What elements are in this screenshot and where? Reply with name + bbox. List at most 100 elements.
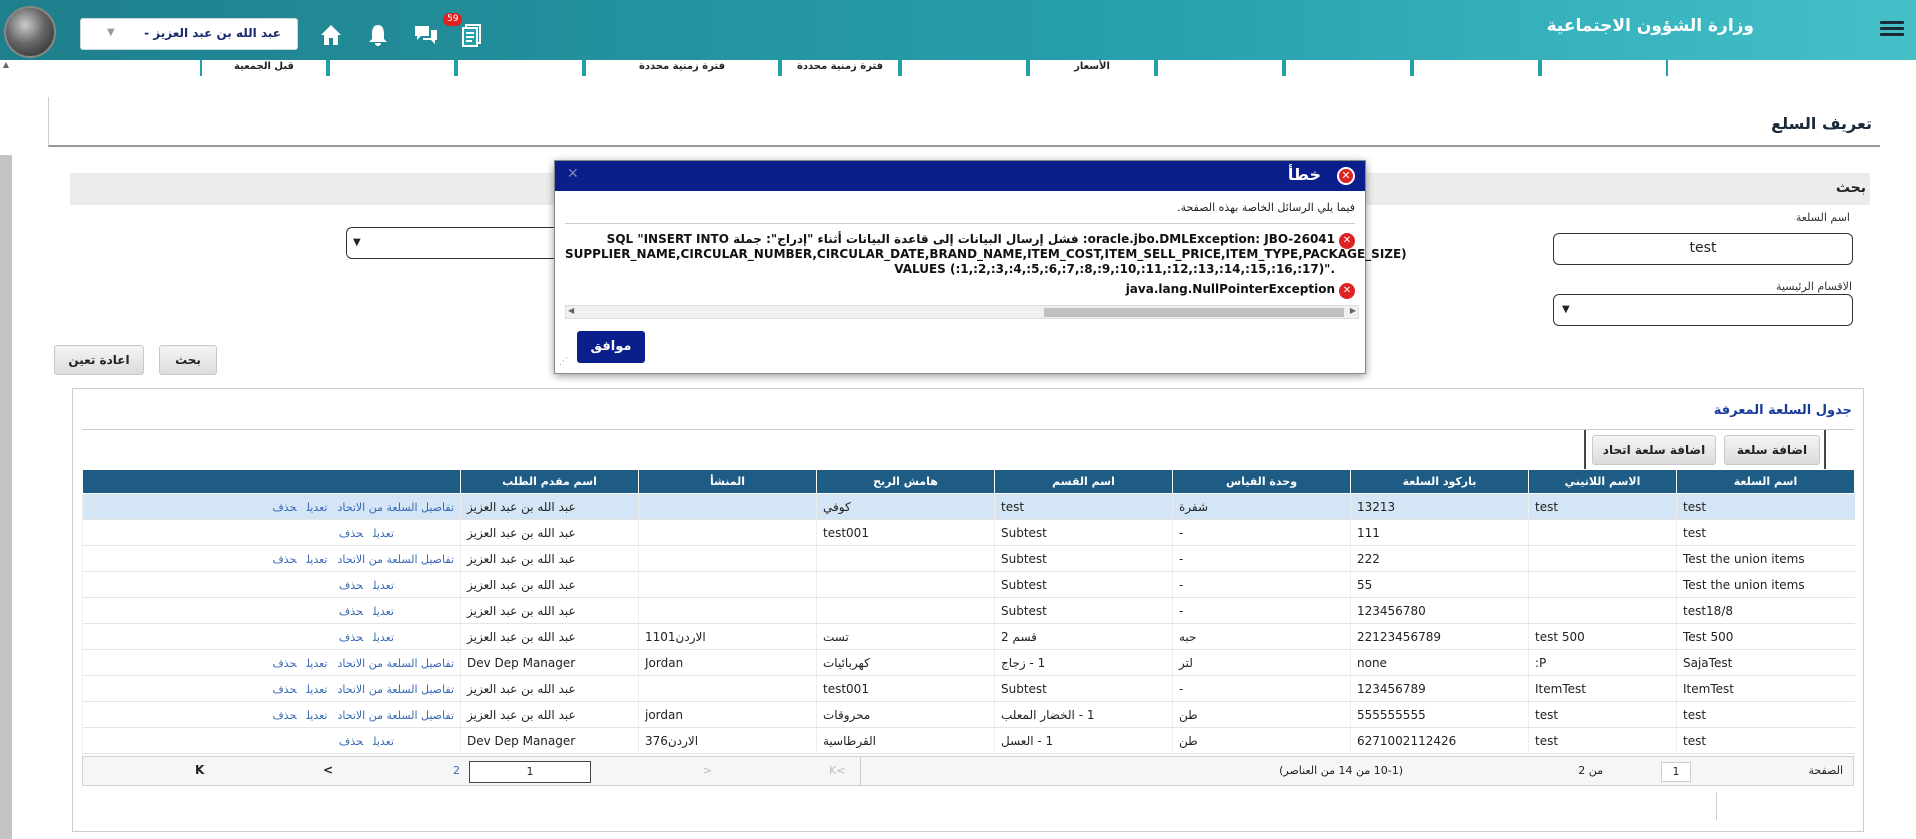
table-cell-requester: عبد الله بن عبد العزيز (460, 623, 639, 650)
details-link[interactable]: تفاصيل السلعة من الاتحاد (337, 657, 454, 670)
close-icon[interactable]: ✕ (567, 166, 579, 182)
delete-link[interactable]: حذف (272, 683, 296, 696)
error-message: java.lang.NullPointerException (1125, 282, 1335, 296)
ok-button[interactable]: موافق (577, 331, 645, 363)
column-header[interactable]: هامش الربح (816, 469, 995, 494)
edit-link[interactable]: تعديل (307, 683, 328, 696)
column-header[interactable]: الاسم اللاتيني (1528, 469, 1677, 494)
table-cell-origin: Jordan (638, 649, 817, 676)
table-row[interactable]: Test 500 test 500 22123456789 حبه قسم 2 تست ال… (82, 623, 1855, 650)
table-cell-barcode: 123456780 (1350, 597, 1529, 624)
column-header[interactable]: اسم السلعة (1676, 469, 1855, 494)
table-row[interactable]: SajaTest P: none لتر 1 - زجاج كهربائيات Jordan… (82, 649, 1855, 676)
app-header: وزارة الشؤون الاجتماعية ▼ عبد الله بن عب… (0, 0, 1916, 60)
column-header[interactable] (82, 469, 461, 494)
table-cell-origin (638, 493, 817, 520)
page-number-input[interactable]: 1 (1661, 762, 1691, 782)
error-icon: ✕ (1337, 167, 1355, 185)
row-actions: تعديل حذف (82, 623, 461, 650)
item-name-input[interactable]: test (1553, 233, 1853, 265)
dialog-scrollbar[interactable]: ◀ ▶ (565, 305, 1359, 319)
goto-page-input[interactable]: 1 (469, 761, 591, 783)
table-row[interactable]: ItemTest ItemTest 123456789- Subtest test001… (82, 675, 1855, 702)
table-toolbar: اضافة سلعة اضافة سلعة اتحاد (1584, 430, 1826, 470)
table-row[interactable]: test test 555555555 طن 1 - الخضار المعلب محرو… (82, 701, 1855, 728)
column-header[interactable]: المنشأ (638, 469, 817, 494)
prev-page-icon[interactable]: < (323, 763, 333, 777)
details-link[interactable]: تفاصيل السلعة من الاتحاد (337, 709, 454, 722)
chat-icon[interactable] (413, 22, 439, 48)
table-row[interactable]: Test the union items 222- Subtest عبد الله … (82, 545, 1855, 572)
table-row[interactable]: test test 13213 شفرة test كوفي عبد الله بن عبد… (82, 493, 1855, 520)
table-row[interactable]: test test 6271002112426 طن 1 - العسل القرطاسي… (82, 727, 1855, 754)
delete-link[interactable]: حذف (272, 553, 296, 566)
edit-link[interactable]: تعديل (373, 579, 394, 592)
delete-link[interactable]: حذف (339, 527, 363, 540)
table-cell-unit: - (1172, 545, 1351, 572)
documents-icon[interactable] (460, 22, 486, 48)
edit-link[interactable]: تعديل (373, 631, 394, 644)
resize-grip-icon[interactable]: ⋰ (559, 357, 568, 367)
items-table: اسم السلعة الاسم اللاتيني باركود السلعة وحد… (82, 469, 1855, 754)
scroll-right-icon[interactable]: ▶ (1350, 306, 1356, 315)
bell-icon[interactable] (365, 22, 391, 48)
stub-empty (1156, 60, 1284, 76)
edit-link[interactable]: تعديل (373, 605, 394, 618)
edit-link[interactable]: تعديل (307, 657, 328, 670)
chevron-down-icon: ▼ (107, 27, 115, 38)
user-select[interactable]: ▼ عبد الله بن عبد العزيز - (80, 18, 298, 50)
column-header[interactable]: اسم مقدم الطلب (460, 469, 639, 494)
menu-icon[interactable] (1880, 18, 1904, 40)
filter-select[interactable]: ▼ (346, 227, 566, 259)
first-page-icon[interactable]: K (195, 763, 204, 777)
delete-link[interactable]: حذف (339, 631, 363, 644)
table-cell-origin (638, 675, 817, 702)
table-cell-unit: طن (1172, 701, 1351, 728)
table-row[interactable]: test18/8 123456780- Subtest عبد الله بن عبد… (82, 597, 1855, 624)
table-cell-requester: عبد الله بن عبد العزيز (460, 675, 639, 702)
home-icon[interactable] (318, 22, 344, 48)
edit-link[interactable]: تعديل (373, 735, 394, 748)
add-union-item-button[interactable]: اضافة سلعة اتحاد (1592, 435, 1716, 465)
delete-link[interactable]: حذف (272, 657, 296, 670)
delete-link[interactable]: حذف (339, 605, 363, 618)
ministry-title: وزارة الشؤون الاجتماعية (1546, 16, 1754, 36)
delete-link[interactable]: حذف (272, 501, 296, 514)
divider (860, 757, 861, 785)
scroll-thumb[interactable] (1044, 308, 1344, 317)
last-page-icon[interactable]: K< (829, 764, 845, 777)
delete-link[interactable]: حذف (272, 709, 296, 722)
details-link[interactable]: تفاصيل السلعة من الاتحاد (337, 501, 454, 514)
add-item-button[interactable]: اضافة سلعة (1724, 435, 1820, 465)
table-cell-requester: عبد الله بن عبد العزيز (460, 701, 639, 728)
total-pages-link[interactable]: 2 (453, 764, 460, 777)
edit-link[interactable]: تعديل (307, 553, 328, 566)
page-of-total: من 2 (1578, 764, 1603, 777)
table-cell-latin (1528, 597, 1677, 624)
details-link[interactable]: تفاصيل السلعة من الاتحاد (337, 553, 454, 566)
reset-button[interactable]: اعادة تعين (54, 345, 144, 375)
table-cell-unit: لتر (1172, 649, 1351, 676)
table-cell-barcode: 222 (1350, 545, 1529, 572)
edit-link[interactable]: تعديل (307, 501, 328, 514)
scroll-up-icon[interactable]: ▲ (0, 60, 12, 80)
table-row[interactable]: Test the union items 55- Subtest عبد الله ب… (82, 571, 1855, 598)
table-cell-margin: كهربائيات (816, 649, 995, 676)
delete-link[interactable]: حذف (339, 735, 363, 748)
search-button[interactable]: بحث (159, 345, 217, 375)
next-page-icon[interactable]: > (703, 764, 712, 777)
main-sections-select[interactable]: ▼ (1553, 294, 1853, 326)
avatar[interactable] (4, 6, 56, 58)
delete-link[interactable]: حذف (339, 579, 363, 592)
column-header[interactable]: اسم القسم (994, 469, 1173, 494)
details-link[interactable]: تفاصيل السلعة من الاتحاد (337, 683, 454, 696)
page-scrollbar[interactable] (0, 155, 12, 839)
stub-empty (456, 60, 584, 76)
column-header[interactable]: باركود السلعة (1350, 469, 1529, 494)
edit-link[interactable]: تعديل (307, 709, 328, 722)
scroll-left-icon[interactable]: ◀ (568, 306, 574, 315)
table-cell-margin: test001 (816, 675, 995, 702)
table-row[interactable]: test 111- Subtest test001 عبد الله بن عبد ال… (82, 519, 1855, 546)
column-header[interactable]: وحدة القياس (1172, 469, 1351, 494)
edit-link[interactable]: تعديل (373, 527, 394, 540)
